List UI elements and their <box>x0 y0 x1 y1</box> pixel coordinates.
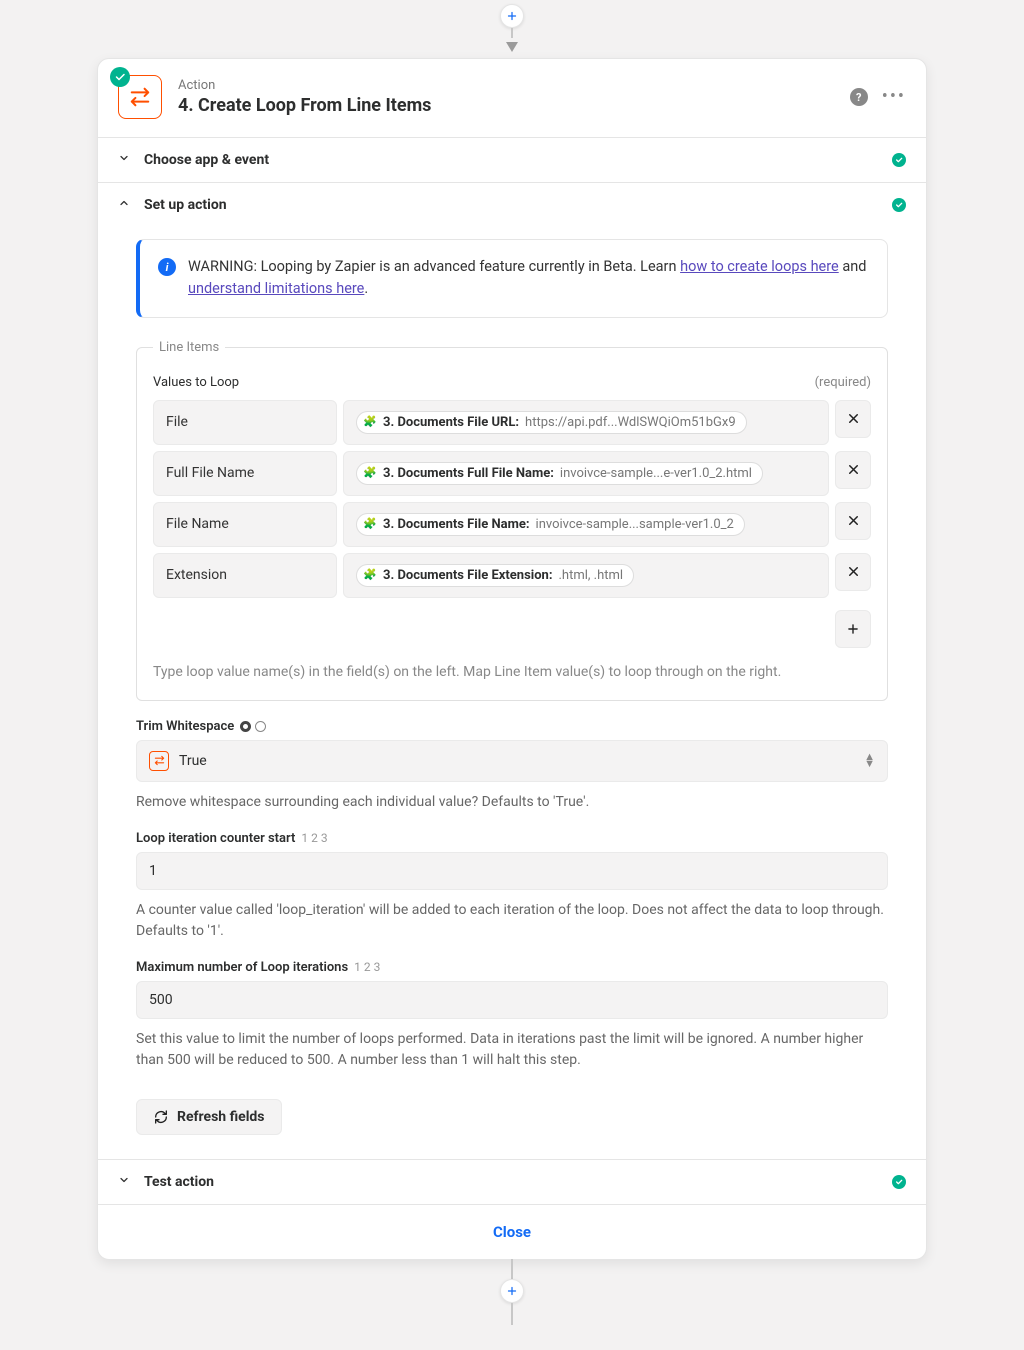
link-understand-limitations[interactable]: understand limitations here <box>188 280 364 297</box>
mapping-key-input[interactable]: File Name <box>153 502 337 547</box>
mapping-row: File 🧩 3. Documents File URL: https://ap… <box>153 400 871 445</box>
mapping-key-input[interactable]: Full File Name <box>153 451 337 496</box>
check-icon <box>114 71 126 83</box>
app-pill-icon: 🧩 <box>363 568 377 582</box>
card-header: Action 4. Create Loop From Line Items ? … <box>98 59 926 138</box>
app-pill-icon: 🧩 <box>363 517 377 531</box>
counter-help: A counter value called 'loop_iteration' … <box>136 900 888 942</box>
section-setup-action[interactable]: Set up action <box>98 183 926 227</box>
add-row-button[interactable] <box>835 610 871 648</box>
arrow-down-icon <box>506 42 518 52</box>
mapping-row: File Name 🧩 3. Documents File Name: invo… <box>153 502 871 547</box>
close-icon <box>846 564 861 579</box>
counter-input[interactable]: 1 <box>136 852 888 890</box>
chevron-up-icon <box>118 197 130 213</box>
status-check-badge <box>110 67 130 87</box>
mapping-value-input[interactable]: 🧩 3. Documents File Name: invoivce-sampl… <box>343 502 829 547</box>
mapping-value-input[interactable]: 🧩 3. Documents Full File Name: invoivce-… <box>343 451 829 496</box>
mapping-key-input[interactable]: Extension <box>153 553 337 598</box>
section-choose-app[interactable]: Choose app & event <box>98 138 926 183</box>
header-title: 4. Create Loop From Line Items <box>178 95 431 116</box>
line-items-legend: Line Items <box>153 340 225 355</box>
trim-select[interactable]: True ▲▼ <box>136 740 888 782</box>
help-icon[interactable]: ? <box>850 88 868 106</box>
trim-radio-group[interactable] <box>240 721 266 732</box>
max-input[interactable]: 500 <box>136 981 888 1019</box>
data-pill[interactable]: 🧩 3. Documents File Name: invoivce-sampl… <box>356 513 745 536</box>
section-complete-icon <box>892 198 906 212</box>
section-complete-icon <box>892 1175 906 1189</box>
close-icon <box>846 462 861 477</box>
data-pill[interactable]: 🧩 3. Documents Full File Name: invoivce-… <box>356 462 763 485</box>
remove-row-button[interactable] <box>835 502 871 540</box>
app-pill-icon: 🧩 <box>363 415 377 429</box>
info-icon: i <box>158 258 176 276</box>
app-pill-icon: 🧩 <box>363 466 377 480</box>
connector-line <box>511 1303 513 1325</box>
connector-line <box>511 1259 513 1279</box>
refresh-fields-button[interactable]: Refresh fields <box>136 1099 282 1135</box>
line-items-fieldset: Line Items Values to Loop (required) Fil… <box>136 340 888 701</box>
values-to-loop-label: Values to Loop <box>153 375 239 390</box>
section-test-action[interactable]: Test action <box>98 1160 926 1205</box>
remove-row-button[interactable] <box>835 451 871 489</box>
max-help: Set this value to limit the number of lo… <box>136 1029 888 1071</box>
remove-row-button[interactable] <box>835 553 871 591</box>
line-items-hint: Type loop value name(s) in the field(s) … <box>153 664 871 680</box>
add-step-bottom-button[interactable] <box>500 1279 524 1303</box>
link-how-to-create-loops[interactable]: how to create loops here <box>680 258 839 275</box>
refresh-icon <box>153 1109 169 1125</box>
loop-tiny-icon <box>149 751 169 771</box>
close-icon <box>846 411 861 426</box>
chevron-down-icon <box>118 152 130 168</box>
data-pill[interactable]: 🧩 3. Documents File Extension: .html, .h… <box>356 564 634 587</box>
mapping-value-input[interactable]: 🧩 3. Documents File Extension: .html, .h… <box>343 553 829 598</box>
connector-line <box>511 28 513 38</box>
mapping-key-input[interactable]: File <box>153 400 337 445</box>
remove-row-button[interactable] <box>835 400 871 438</box>
trim-help: Remove whitespace surrounding each indiv… <box>136 792 888 813</box>
setup-action-body: i WARNING: Looping by Zapier is an advan… <box>98 227 926 1160</box>
section-complete-icon <box>892 153 906 167</box>
header-subtitle: Action <box>178 78 431 93</box>
radio-off-icon <box>255 721 266 732</box>
plus-icon <box>506 1285 518 1297</box>
counter-label: Loop iteration counter start <box>136 831 295 846</box>
more-options-icon[interactable]: ••• <box>882 88 906 106</box>
trim-label: Trim Whitespace <box>136 719 234 734</box>
close-icon <box>846 513 861 528</box>
radio-on-icon <box>240 721 251 732</box>
mapping-row: Extension 🧩 3. Documents File Extension:… <box>153 553 871 598</box>
chevron-down-icon <box>118 1174 130 1190</box>
max-label: Maximum number of Loop iterations <box>136 960 348 975</box>
close-button[interactable]: Close <box>98 1205 926 1259</box>
add-step-top-button[interactable] <box>500 4 524 28</box>
mapping-row: Full File Name 🧩 3. Documents Full File … <box>153 451 871 496</box>
data-pill[interactable]: 🧩 3. Documents File URL: https://api.pdf… <box>356 411 747 434</box>
select-caret-icon: ▲▼ <box>864 754 875 767</box>
warning-banner: i WARNING: Looping by Zapier is an advan… <box>136 239 888 318</box>
required-label: (required) <box>815 375 871 390</box>
plus-icon <box>506 10 518 22</box>
mapping-value-input[interactable]: 🧩 3. Documents File URL: https://api.pdf… <box>343 400 829 445</box>
action-card: Action 4. Create Loop From Line Items ? … <box>97 58 927 1260</box>
